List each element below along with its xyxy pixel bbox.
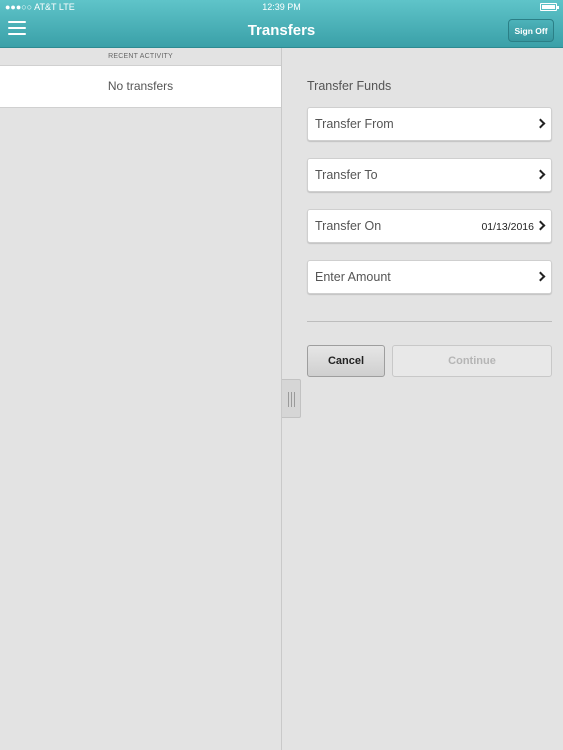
cancel-button[interactable]: Cancel — [307, 345, 385, 377]
chevron-right-icon — [535, 220, 546, 231]
form-divider — [307, 321, 552, 322]
transfer-on-field[interactable]: Transfer On 01/13/2016 — [307, 209, 552, 243]
recent-activity-header: RECENT ACTIVITY — [0, 48, 281, 65]
battery-icon — [540, 3, 559, 11]
no-transfers-message: No transfers — [0, 65, 281, 108]
transfer-to-field[interactable]: Transfer To — [307, 158, 552, 192]
enter-amount-field[interactable]: Enter Amount — [307, 260, 552, 294]
section-title: Transfer Funds — [307, 79, 392, 93]
field-label: Transfer To — [315, 168, 378, 182]
field-label: Enter Amount — [315, 270, 391, 284]
status-bar: ●●●○○ AT&T LTE 12:39 PM — [0, 0, 563, 14]
recent-activity-pane: RECENT ACTIVITY No transfers — [0, 48, 281, 750]
continue-button[interactable]: Continue — [392, 345, 552, 377]
field-label: Transfer From — [315, 117, 394, 131]
status-time: 12:39 PM — [262, 2, 301, 12]
field-label: Transfer On — [315, 219, 382, 233]
transfer-date-value: 01/13/2016 — [481, 221, 534, 233]
transfer-funds-pane: Transfer Funds Transfer From Transfer To… — [282, 48, 563, 750]
chevron-right-icon — [535, 271, 546, 282]
sign-off-button[interactable]: Sign Off — [508, 19, 554, 42]
chevron-right-icon — [535, 118, 546, 129]
chevron-right-icon — [535, 169, 546, 180]
navigation-bar: ●●●○○ AT&T LTE 12:39 PM Transfers Sign O… — [0, 0, 563, 48]
transfer-from-field[interactable]: Transfer From — [307, 107, 552, 141]
page-title: Transfers — [247, 22, 316, 39]
